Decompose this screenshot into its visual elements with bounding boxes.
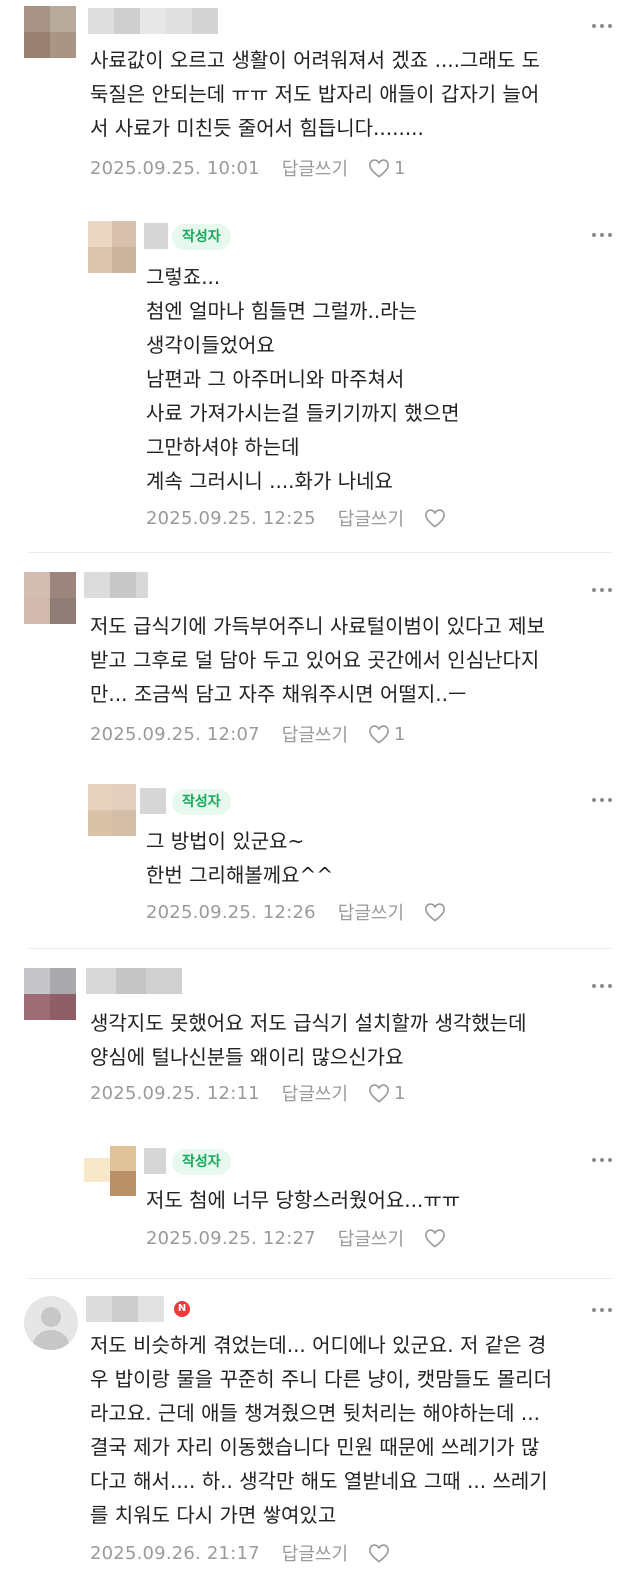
reply-button[interactable]: 답글쓰기	[282, 1080, 348, 1106]
heart-icon	[425, 1229, 445, 1248]
comment-meta: 2025.09.25. 10:01 답글쓰기 1	[90, 153, 405, 183]
comment-date: 2025.09.25. 12:07	[90, 723, 260, 745]
comment-text: 그 방법이 있군요~ 한번 그리해볼께요^^	[146, 829, 334, 887]
comment-item: 사료값이 오르고 생활이 어려워져서 겠죠 ....그래도 도 둑질은 안되는데…	[0, 0, 640, 205]
comment-date: 2025.09.25. 12:11	[90, 1082, 260, 1104]
comment-text: 저도 급식기에 가득부어주니 사료털이범이 있다고 제보 받고 그후로 덜 담아…	[90, 614, 545, 706]
like-count: 1	[394, 723, 406, 745]
reply-item: 작성자 그 방법이 있군요~ 한번 그리해볼께요^^ 2025.09.25. 1…	[0, 776, 640, 936]
comment-date: 2025.09.25. 10:01	[90, 157, 260, 179]
heart-icon	[369, 159, 389, 178]
avatar[interactable]	[24, 968, 76, 1020]
more-options-icon[interactable]	[592, 22, 614, 30]
reply-button[interactable]: 답글쓰기	[338, 899, 404, 925]
avatar[interactable]	[24, 572, 76, 624]
comment-date: 2025.09.25. 12:26	[146, 901, 316, 923]
more-options-icon[interactable]	[592, 1306, 614, 1314]
comment-item: 저도 급식기에 가득부어주니 사료털이범이 있다고 제보 받고 그후로 덜 담아…	[0, 566, 640, 766]
comment-date: 2025.09.25. 12:25	[146, 507, 316, 529]
reply-button[interactable]: 답글쓰기	[338, 505, 404, 531]
more-options-icon[interactable]	[592, 796, 614, 804]
divider	[28, 1278, 612, 1279]
reply-button[interactable]: 답글쓰기	[282, 1540, 348, 1566]
like-button[interactable]: 1	[368, 1083, 405, 1104]
avatar[interactable]	[110, 1146, 136, 1196]
more-options-icon[interactable]	[592, 586, 614, 594]
heart-icon	[369, 725, 389, 744]
comment-meta: 2025.09.25. 12:07 답글쓰기 1	[90, 719, 405, 749]
avatar[interactable]	[24, 6, 76, 58]
heart-icon	[369, 1544, 389, 1563]
reply-button[interactable]: 답글쓰기	[282, 721, 348, 747]
like-button[interactable]: 1	[368, 724, 405, 745]
like-button[interactable]	[424, 508, 450, 528]
username-blurred[interactable]	[144, 223, 168, 249]
heart-icon	[369, 1084, 389, 1103]
comment-date: 2025.09.26. 21:17	[90, 1542, 260, 1564]
comment-text: 저도 첨에 너무 당항스러웠어요...ㅠㅠ	[146, 1188, 461, 1212]
comment-item: 생각지도 못했어요 저도 급식기 설치할까 생각했는데 양심에 털나신분들 왜이…	[0, 960, 640, 1130]
reply-item: 작성자 저도 첨에 너무 당항스러웠어요...ㅠㅠ 2025.09.25. 12…	[0, 1136, 640, 1266]
like-button[interactable]	[368, 1543, 394, 1563]
author-badge: 작성자	[172, 224, 231, 250]
comment-text: 저도 비슷하게 겪었는데... 어디에나 있군요. 저 같은 경 우 밥이랑 물…	[90, 1333, 553, 1527]
heart-icon	[425, 903, 445, 922]
new-badge-icon: N	[174, 1301, 190, 1317]
like-button[interactable]	[424, 902, 450, 922]
avatar[interactable]	[88, 784, 136, 836]
comment-text: 그렇죠... 첨엔 얼마나 힘들면 그럴까..라는 생각이들었어요 남편과 그 …	[146, 265, 460, 493]
username-blurred[interactable]	[86, 1296, 164, 1322]
comment-date: 2025.09.25. 12:27	[146, 1227, 316, 1249]
comment-meta: 2025.09.25. 12:27 답글쓰기	[146, 1223, 450, 1253]
divider	[28, 552, 612, 553]
more-options-icon[interactable]	[592, 231, 614, 239]
reply-button[interactable]: 답글쓰기	[282, 155, 348, 181]
reply-button[interactable]: 답글쓰기	[338, 1225, 404, 1251]
default-avatar-icon[interactable]	[24, 1296, 78, 1350]
more-options-icon[interactable]	[592, 982, 614, 990]
avatar-blur-edge	[84, 1158, 110, 1182]
like-count: 1	[394, 157, 406, 179]
comment-meta: 2025.09.26. 21:17 답글쓰기	[90, 1538, 394, 1568]
author-badge: 작성자	[172, 789, 231, 815]
avatar[interactable]	[88, 221, 136, 273]
divider	[28, 948, 612, 949]
username-blurred[interactable]	[144, 1148, 166, 1174]
like-button[interactable]: 1	[368, 158, 405, 179]
username-blurred[interactable]	[88, 8, 218, 34]
comment-meta: 2025.09.25. 12:25 답글쓰기	[146, 503, 450, 533]
reply-item: 작성자 그렇죠... 첨엔 얼마나 힘들면 그럴까..라는 생각이들었어요 남편…	[0, 213, 640, 548]
like-button[interactable]	[424, 1228, 450, 1248]
author-badge: 작성자	[172, 1149, 231, 1175]
username-blurred[interactable]	[84, 572, 148, 598]
comment-text: 생각지도 못했어요 저도 급식기 설치할까 생각했는데 양심에 털나신분들 왜이…	[90, 1011, 527, 1069]
more-options-icon[interactable]	[592, 1156, 614, 1164]
comment-text: 사료값이 오르고 생활이 어려워져서 겠죠 ....그래도 도 둑질은 안되는데…	[90, 48, 540, 140]
comment-item: N 저도 비슷하게 겪었는데... 어디에나 있군요. 저 같은 경 우 밥이랑…	[0, 1292, 640, 1572]
heart-icon	[425, 509, 445, 528]
username-blurred[interactable]	[140, 788, 166, 814]
comment-meta: 2025.09.25. 12:26 답글쓰기	[146, 897, 450, 927]
username-blurred[interactable]	[86, 968, 182, 994]
like-count: 1	[394, 1082, 406, 1104]
comment-meta: 2025.09.25. 12:11 답글쓰기 1	[90, 1078, 405, 1108]
